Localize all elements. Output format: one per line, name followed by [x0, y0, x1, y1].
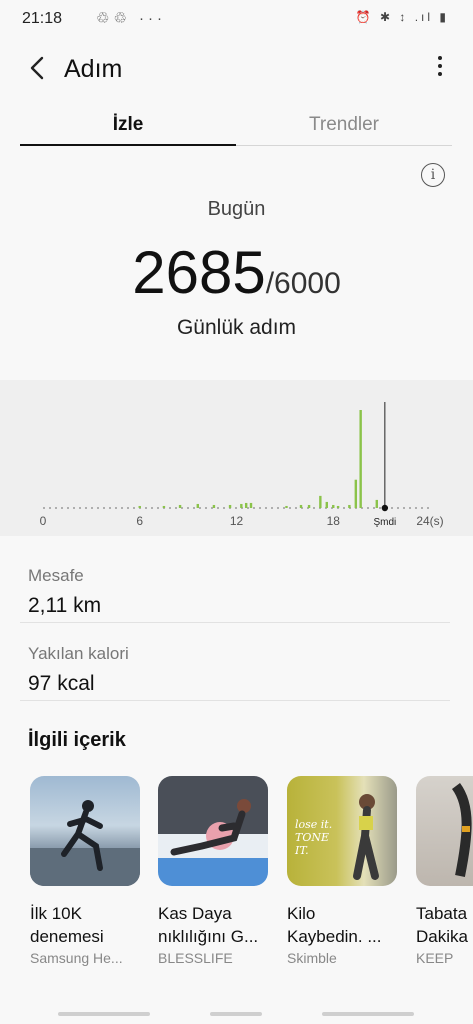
chart-bar [348, 504, 351, 508]
scroll-hint [210, 1012, 262, 1016]
tab-trendler[interactable]: Trendler [236, 114, 452, 148]
chart-x-tick-label: 0 [40, 514, 47, 528]
tab-izle-label: İzle [112, 114, 144, 135]
chart-bar [359, 410, 362, 508]
card-title-line2: Dakika [416, 927, 468, 946]
scroll-hint [58, 1012, 150, 1016]
status-bar: 21:18 ♲♲ ··· ⏰ ✱ ↕ .ıl ▮ [0, 0, 473, 38]
card-source: Skimble [287, 950, 337, 966]
card-thumbnail: lose it. TONE IT. [287, 776, 397, 886]
chart-x-tick-label: 12 [230, 514, 244, 528]
divider [20, 700, 450, 701]
chart-bar [375, 499, 378, 508]
scroll-hint [322, 1012, 414, 1016]
card-source: BLESSLIFE [158, 950, 233, 966]
chart-bar [138, 505, 141, 508]
info-icon: i [430, 167, 436, 183]
chart-bar [332, 504, 335, 508]
card-source: KEEP [416, 950, 454, 966]
chart-x-tick-label: 18 [327, 514, 341, 528]
tab-izle[interactable]: İzle [20, 114, 236, 148]
runner-image [30, 800, 140, 886]
thumbnail-text: lose it. TONE IT. [295, 818, 333, 857]
tab-trendler-label: Trendler [308, 114, 380, 135]
step-count-value: 2685 [132, 239, 266, 306]
chart-x-tick-label: 6 [136, 514, 143, 528]
status-time: 21:18 [22, 10, 63, 27]
card-title-line2: nıklılığını G... [158, 927, 259, 946]
card-title-line1: Kas Daya [158, 904, 232, 923]
more-vertical-icon [435, 56, 445, 76]
card-thumbnail [30, 776, 140, 886]
card-title-line1: Kilo [287, 904, 316, 923]
status-notification-icons: ♲♲ ··· [96, 10, 167, 27]
card-title-line2: Kaybedin. ... [287, 927, 382, 946]
chart-x-tick-label: 24(s) [416, 514, 443, 528]
chart-bar [162, 505, 166, 508]
chart-now-label: Şmdi [373, 517, 396, 528]
chart-bar [319, 495, 322, 508]
content-card[interactable]: Kas Daya nıklılığını G... BLESSLIFE [158, 776, 270, 966]
chevron-left-icon [30, 56, 44, 80]
card-title-line2: denemesi [30, 927, 104, 946]
back-button[interactable] [26, 54, 50, 82]
card-source: Samsung He... [30, 950, 123, 966]
calories-label: Yakılan kalori [28, 644, 129, 663]
card-thumbnail [416, 776, 473, 886]
status-system-icons: ⏰ ✱ ↕ .ıl ▮ [355, 10, 449, 24]
tab-active-indicator [20, 144, 236, 146]
chart-bar [299, 504, 303, 508]
chart-bar [228, 504, 232, 508]
steps-chart: 0 6 12 18 Şmdi 24(s) [40, 402, 444, 528]
workout-image [158, 776, 268, 886]
chart-bar [196, 503, 199, 508]
content-card[interactable]: İlk 10K denemesi Samsung He... [30, 776, 142, 966]
more-options-button[interactable] [435, 56, 445, 80]
chart-bar [325, 501, 328, 508]
card-thumbnail [158, 776, 268, 886]
chart-bar [249, 502, 253, 508]
now-indicator-dot [381, 504, 389, 512]
info-button[interactable]: i [421, 163, 445, 187]
tab-divider [236, 145, 452, 146]
step-count: 2685/6000 [0, 238, 473, 307]
distance-value: 2,11 km [28, 594, 102, 617]
related-content-heading: İlgili içerik [28, 729, 126, 751]
steps-chart-area[interactable]: 0 6 12 18 Şmdi 24(s) [0, 380, 473, 536]
tabata-image [451, 783, 472, 877]
chart-bar [178, 504, 182, 508]
card-title-line1: Tabata [416, 904, 468, 923]
chart-bar [354, 479, 358, 508]
content-card[interactable]: lose it. TONE IT. Kilo Kaybedin. ... Ski… [287, 776, 399, 966]
distance-label: Mesafe [28, 566, 84, 585]
chart-bar [240, 503, 243, 508]
chart-bar [244, 502, 248, 508]
content-card[interactable]: Tabata Dakika KEEP [416, 776, 473, 966]
chart-bar [285, 505, 288, 508]
chart-bar [307, 504, 311, 508]
chart-bar [212, 504, 216, 508]
step-unit-label: Günlük adım [176, 316, 297, 339]
calories-value: 97 kcal [28, 672, 95, 695]
chart-bar [336, 505, 340, 508]
period-label: Bugün [207, 198, 266, 220]
card-title-line1: İlk 10K [30, 904, 82, 923]
page-title: Adım [64, 55, 123, 83]
divider [20, 622, 450, 623]
step-goal: /6000 [265, 267, 341, 300]
